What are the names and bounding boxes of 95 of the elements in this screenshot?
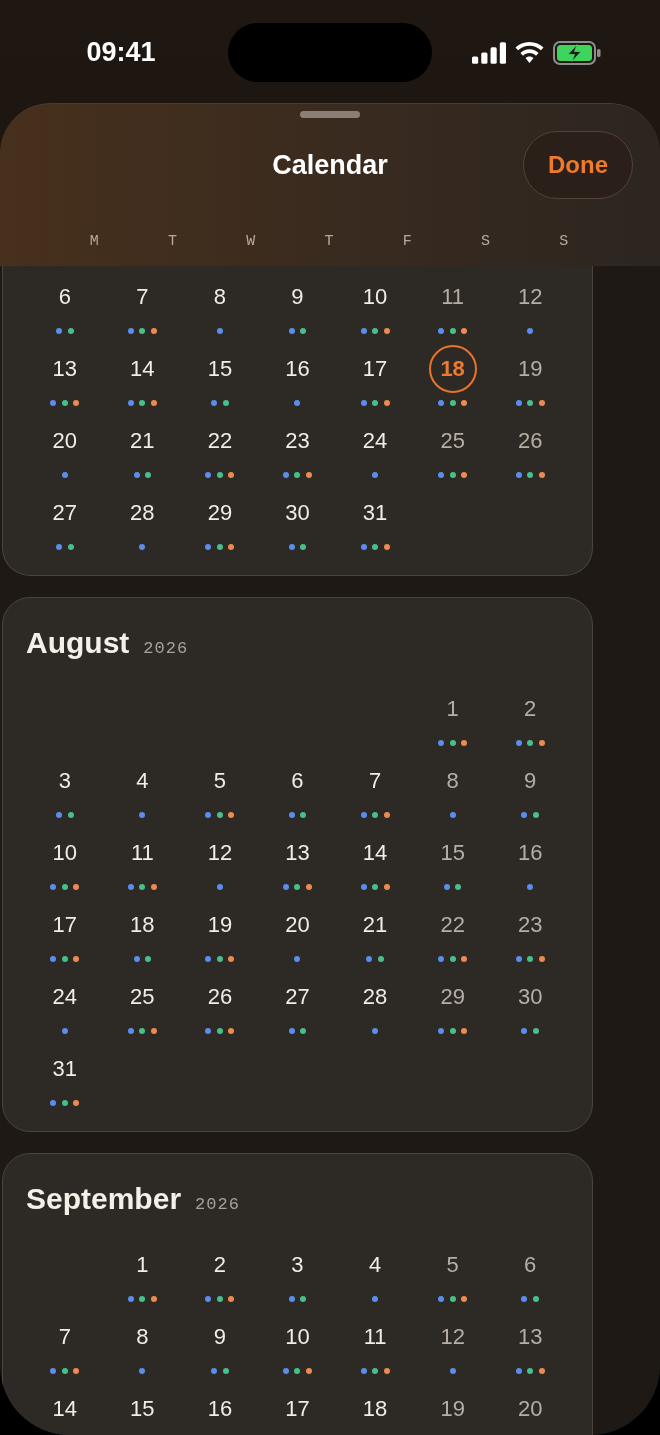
weekday-label: S <box>481 232 491 252</box>
day-number[interactable]: 8 <box>136 1323 149 1351</box>
day-number[interactable]: 6 <box>58 283 71 311</box>
weekday-label: T <box>324 232 334 252</box>
weekday-label: W <box>246 232 256 252</box>
day-number[interactable]: 11 <box>441 283 465 311</box>
day-number[interactable]: 28 <box>362 983 388 1011</box>
weekday-label: S <box>559 232 569 252</box>
day-number[interactable]: 27 <box>52 499 77 527</box>
day-number[interactable]: 3 <box>291 1251 304 1279</box>
day-number[interactable]: 6 <box>524 1251 537 1279</box>
day-number[interactable]: 16 <box>207 1395 233 1423</box>
day-number[interactable]: 7 <box>368 767 382 795</box>
day-number[interactable]: 15 <box>207 355 233 383</box>
day-number[interactable]: 20 <box>285 911 310 939</box>
day-number[interactable]: 7 <box>136 283 149 311</box>
day-number[interactable]: 4 <box>368 1251 382 1279</box>
day-number[interactable]: 12 <box>517 283 543 311</box>
drag-handle[interactable] <box>300 111 360 118</box>
year-label: 2026 <box>195 1194 240 1216</box>
day-number[interactable]: 22 <box>207 427 233 455</box>
day-number[interactable]: 31 <box>52 1055 77 1083</box>
day-number[interactable]: 25 <box>440 427 465 455</box>
day-number[interactable]: 3 <box>58 767 71 795</box>
day-number[interactable]: 13 <box>285 839 310 867</box>
day-number[interactable]: 5 <box>446 1251 459 1279</box>
battery-charging-icon <box>553 40 601 65</box>
month-title: August <box>26 625 130 661</box>
day-number[interactable]: 7 <box>58 1323 71 1351</box>
day-number[interactable]: 2 <box>213 1251 227 1279</box>
day-number[interactable]: 26 <box>517 427 543 455</box>
day-number[interactable]: 11 <box>363 1323 387 1351</box>
day-number[interactable]: 16 <box>517 839 543 867</box>
day-number[interactable]: 15 <box>130 1395 155 1423</box>
day-number[interactable]: 1 <box>136 1251 149 1279</box>
day-number[interactable]: 10 <box>362 283 388 311</box>
sheet-title: Calendar <box>272 148 388 182</box>
status-time: 09:41 <box>86 36 156 70</box>
day-number[interactable]: 29 <box>440 983 465 1011</box>
day-number[interactable]: 21 <box>362 911 388 939</box>
signal-icon <box>472 41 506 64</box>
day-number[interactable]: 13 <box>517 1323 543 1351</box>
day-number[interactable]: 2 <box>524 695 537 723</box>
wifi-icon <box>515 42 544 63</box>
day-number[interactable]: 6 <box>291 767 304 795</box>
weekday-label: T <box>167 232 177 252</box>
done-button[interactable]: Done <box>523 131 633 199</box>
weekday-label: F <box>402 232 412 252</box>
day-number[interactable]: 1 <box>446 695 459 723</box>
day-number[interactable]: 19 <box>207 911 233 939</box>
day-number[interactable]: 15 <box>440 839 465 867</box>
day-number[interactable]: 17 <box>362 355 388 383</box>
day-number[interactable]: 31 <box>362 499 388 527</box>
day-number[interactable]: 11 <box>130 839 154 867</box>
day-number[interactable]: 20 <box>52 427 77 455</box>
day-number[interactable]: 27 <box>285 983 310 1011</box>
day-number[interactable]: 13 <box>52 355 77 383</box>
day-number[interactable]: 17 <box>285 1395 310 1423</box>
day-number[interactable]: 12 <box>440 1323 465 1351</box>
day-number[interactable]: 8 <box>213 283 227 311</box>
day-number[interactable]: 22 <box>440 911 465 939</box>
day-number[interactable]: 28 <box>130 499 155 527</box>
day-number[interactable]: 24 <box>362 427 388 455</box>
day-number[interactable]: 18 <box>428 345 477 393</box>
year-label: 2026 <box>143 638 189 660</box>
day-number[interactable]: 18 <box>130 911 155 939</box>
day-number[interactable]: 14 <box>362 839 388 867</box>
day-number[interactable]: 18 <box>362 1395 388 1423</box>
day-number[interactable]: 25 <box>130 983 155 1011</box>
day-number[interactable]: 19 <box>440 1395 465 1423</box>
day-number[interactable]: 10 <box>52 839 77 867</box>
day-number[interactable]: 24 <box>52 983 77 1011</box>
day-number[interactable]: 21 <box>130 427 155 455</box>
day-number[interactable]: 14 <box>130 355 155 383</box>
day-number[interactable]: 30 <box>285 499 310 527</box>
day-number[interactable]: 29 <box>207 499 233 527</box>
day-number[interactable]: 9 <box>291 283 304 311</box>
day-number[interactable]: 10 <box>285 1323 310 1351</box>
day-number[interactable]: 9 <box>213 1323 227 1351</box>
day-number[interactable]: 14 <box>52 1395 77 1423</box>
day-number[interactable]: 23 <box>517 911 543 939</box>
day-number[interactable]: 12 <box>207 839 233 867</box>
day-number[interactable]: 4 <box>136 767 149 795</box>
day-number[interactable]: 17 <box>52 911 77 939</box>
day-number[interactable]: 30 <box>517 983 543 1011</box>
weekday-label: M <box>89 232 99 252</box>
day-number[interactable]: 8 <box>446 767 459 795</box>
day-number[interactable]: 16 <box>285 355 310 383</box>
day-number[interactable]: 23 <box>285 427 310 455</box>
day-number[interactable]: 19 <box>517 355 543 383</box>
day-number[interactable]: 20 <box>517 1395 543 1423</box>
day-number[interactable]: 5 <box>213 767 227 795</box>
day-number[interactable]: 26 <box>207 983 233 1011</box>
month-title: September <box>26 1181 182 1217</box>
day-number[interactable]: 9 <box>524 767 537 795</box>
